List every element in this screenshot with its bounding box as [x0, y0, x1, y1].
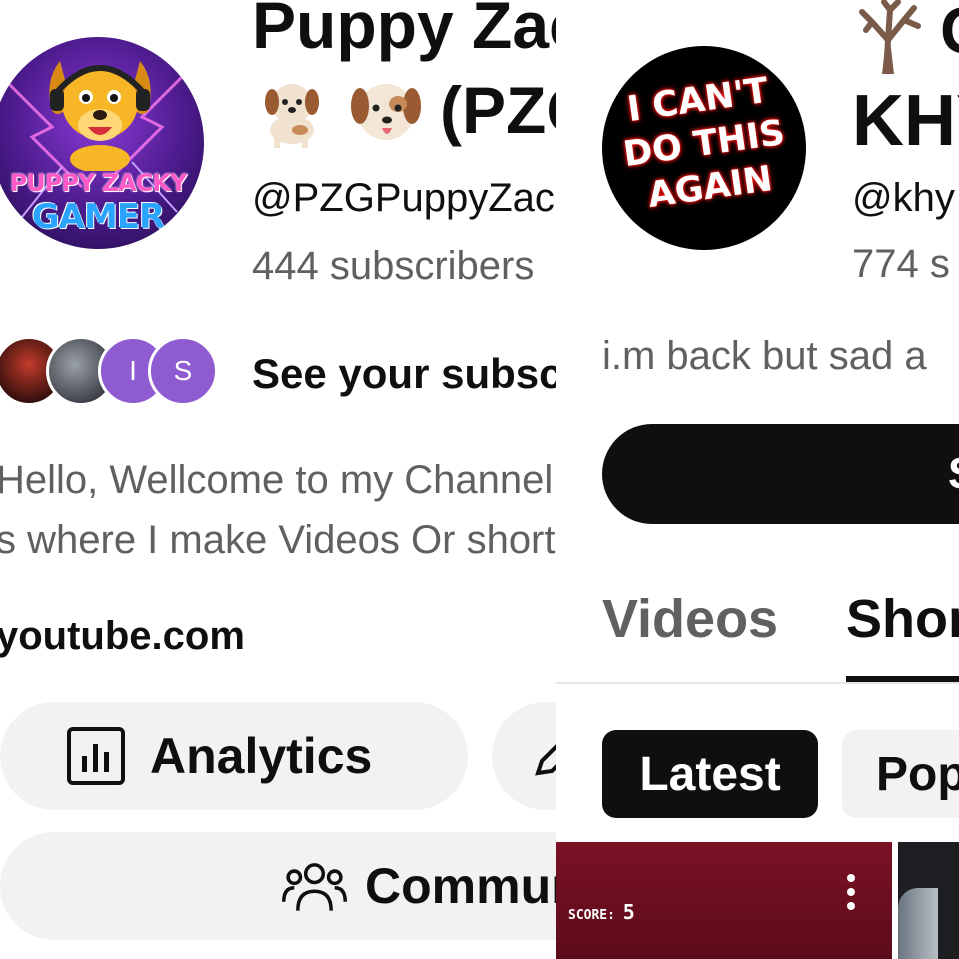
score-label: SCORE: — [568, 908, 615, 923]
chip-popular[interactable]: Popular — [842, 730, 959, 818]
edit-button[interactable] — [492, 702, 556, 810]
channel-title: G — [940, 0, 959, 68]
score-value: 5 — [622, 900, 635, 924]
dog-face-emoji-icon — [351, 84, 421, 140]
short-thumbnail[interactable] — [898, 842, 959, 959]
right-channel-panel: I CAN'T DO THIS AGAIN G KHY @khy 774 s i… — [556, 0, 959, 959]
subscriber-count: 774 s — [852, 242, 950, 286]
kebab-menu-icon[interactable] — [846, 872, 856, 912]
analytics-button[interactable]: Analytics — [0, 702, 468, 810]
channel-link[interactable]: youtube.com — [0, 614, 245, 659]
channel-title-suffix: (PZG) — [440, 73, 556, 147]
subscribe-label: S — [948, 449, 959, 499]
channel-handle: @khy — [852, 176, 955, 220]
left-channel-panel: PUPPY ZACKY GAMER Puppy Zacky (PZG) @PZG… — [0, 0, 556, 959]
channel-description-line2[interactable]: s where I make Videos Or shorts — [0, 518, 556, 563]
subscription-avatars[interactable]: I S — [0, 336, 234, 408]
tab-shorts[interactable]: Shorts — [846, 588, 959, 650]
bare-tree-icon — [859, 0, 921, 74]
dog-emoji-icon — [265, 84, 319, 148]
channel-description-line1[interactable]: Hello, Wellcome to my Channel — [0, 458, 553, 503]
short-thumbnail[interactable]: SCORE: 5 — [556, 842, 892, 959]
puppy-mascot-icon — [49, 61, 151, 171]
tab-videos[interactable]: Videos — [602, 588, 778, 650]
community-label: Community — [365, 858, 556, 914]
tabs-divider — [556, 682, 959, 684]
channel-avatar[interactable]: I CAN'T DO THIS AGAIN — [602, 46, 806, 250]
community-icon — [282, 863, 347, 911]
analytics-label: Analytics — [150, 728, 373, 784]
edit-icon — [535, 744, 556, 776]
analytics-icon — [67, 727, 125, 785]
short-score-text: SCORE: 5 — [568, 900, 635, 924]
channel-avatar[interactable]: PUPPY ZACKY GAMER — [0, 37, 204, 249]
subscription-avatar: S — [148, 336, 218, 406]
avatar-text-line2: GAMER — [31, 197, 165, 237]
community-button[interactable]: Community — [0, 832, 556, 940]
subscriber-count: 444 subscribers — [252, 244, 535, 288]
channel-title-line2: (PZG) — [252, 62, 556, 158]
avatar-text-line1: PUPPY ZACKY — [9, 169, 188, 197]
thumbnail-figure — [898, 888, 938, 959]
channel-title: Puppy Zacky — [252, 0, 556, 62]
channel-description[interactable]: i.m back but sad a — [602, 334, 927, 379]
channel-title-line2: KHY — [852, 81, 959, 161]
chip-latest[interactable]: Latest — [602, 730, 818, 818]
channel-handle: @PZGPuppyZacky — [252, 176, 556, 220]
avatar-text: I CAN'T DO THIS AGAIN — [602, 64, 806, 223]
see-subscriptions-link[interactable]: See your subscriptions — [252, 350, 556, 398]
subscribe-button[interactable]: S — [602, 424, 959, 524]
